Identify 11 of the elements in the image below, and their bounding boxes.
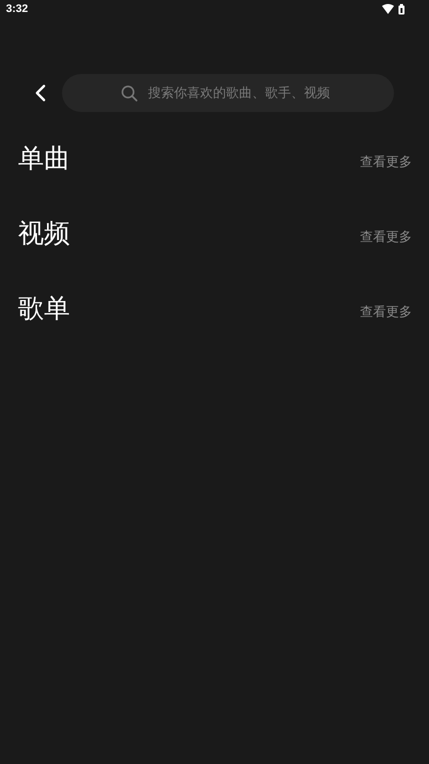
search-field[interactable]: 搜索你喜欢的歌曲、歌手、视频 [62, 74, 394, 112]
see-more-link[interactable]: 查看更多 [360, 154, 412, 172]
see-more-link[interactable]: 查看更多 [360, 304, 412, 322]
see-more-link[interactable]: 查看更多 [360, 229, 412, 247]
section-title: 歌单 [18, 293, 70, 326]
section-title: 视频 [18, 218, 70, 251]
status-time: 3:32 [6, 3, 28, 15]
back-icon[interactable] [34, 84, 46, 102]
wifi-icon [382, 4, 394, 14]
section-title: 单曲 [18, 143, 70, 176]
battery-icon [398, 4, 405, 14]
